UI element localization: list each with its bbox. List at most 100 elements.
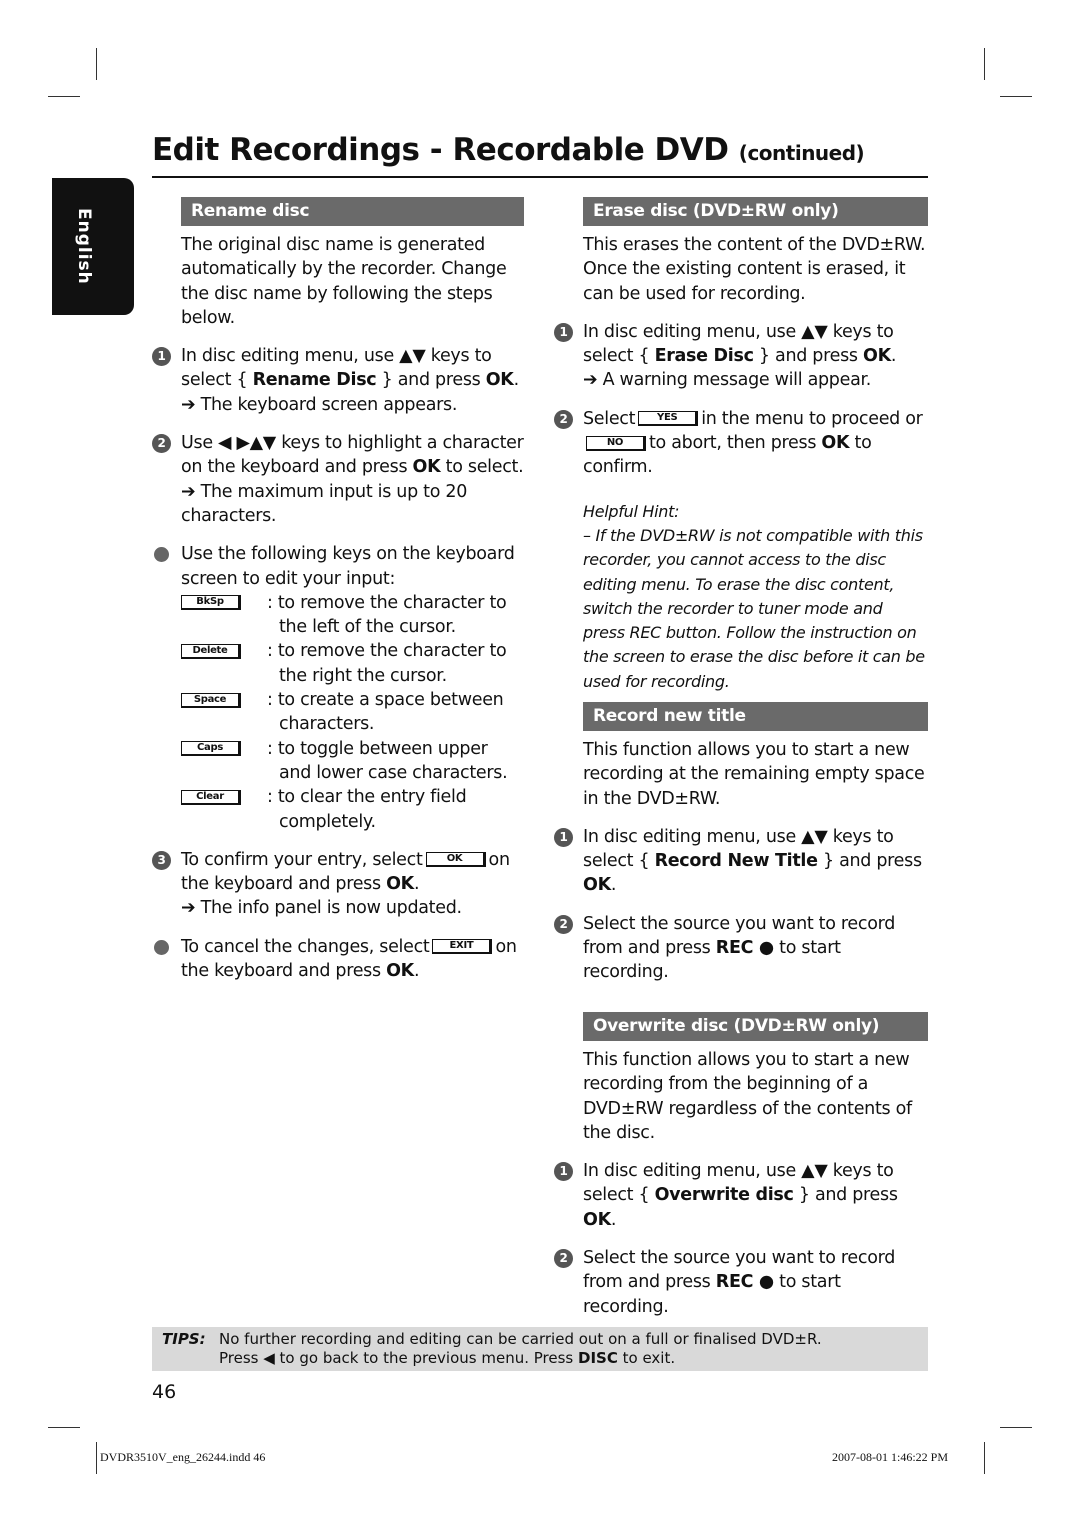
bold-text: OK	[485, 370, 514, 391]
key-description-row: Clear : to clear the entry field complete…	[181, 785, 524, 834]
bold-text: OK	[583, 1209, 611, 1230]
intro-paragraph: The original disc name is generated auto…	[181, 233, 524, 330]
key-cell: Caps	[181, 737, 267, 786]
language-tab: English	[52, 178, 134, 315]
footer-date: 2007-08-01 1:46:22 PM	[832, 1450, 949, 1464]
text: to select.	[440, 457, 524, 478]
text: to abort, then press	[649, 433, 822, 454]
text: in the menu to proceed or	[701, 408, 923, 429]
section-header-rename-disc: Rename disc	[181, 197, 524, 226]
tips-text-part: to exit.	[617, 1349, 676, 1367]
text: } and press	[753, 346, 863, 367]
tips-line-1: No further recording and editing can be …	[219, 1330, 822, 1348]
crop-mark	[96, 48, 97, 80]
text: .	[413, 874, 420, 895]
crop-mark	[1000, 96, 1032, 97]
onscreen-key-ok: OK	[425, 852, 486, 868]
text: .	[890, 346, 897, 367]
step-number-icon: 3	[152, 850, 171, 870]
crop-mark	[1000, 1427, 1032, 1428]
key-description-row: BkSp: to remove the character to the lef…	[181, 591, 524, 640]
section-header: Record new title	[583, 702, 928, 731]
key-description-row: Delete : to remove the character to the r…	[181, 639, 524, 688]
crop-mark	[984, 48, 985, 80]
footer-file: DVDR3510V_eng_26244.indd 46	[100, 1450, 266, 1464]
key-cell: BkSp	[181, 591, 267, 640]
step-2: 2 Select the source you want to record fr…	[554, 1246, 928, 1319]
bold-text: OK	[386, 961, 414, 982]
bullet-icon	[154, 939, 169, 955]
text: ➔ The maximum input is up to 20 characte…	[181, 481, 468, 526]
onscreen-key-exit: EXIT	[432, 939, 493, 955]
onscreen-key-delete: Delete	[181, 643, 241, 659]
key-cell: Space	[181, 688, 267, 737]
bold-text: OK	[821, 433, 850, 454]
onscreen-key-clear: Clear	[181, 789, 241, 805]
step-2: 2 Select YES in the menu to proceed or NO to …	[554, 407, 928, 480]
text: .	[413, 961, 420, 982]
section-overwrite-disc: Overwrite disc (DVD±RW only) This functio…	[554, 1012, 928, 1333]
bullet-item: To cancel the changes, select EXIT on the …	[154, 935, 524, 984]
helpful-hint: Helpful Hint: – If the DVD±RW is not comp…	[583, 500, 928, 694]
crop-mark	[96, 1442, 97, 1474]
tips-label: TIPS:	[162, 1330, 206, 1348]
bold-text: Rename Disc	[252, 370, 377, 391]
bold-text: Erase Disc	[654, 346, 754, 367]
key-cell: Delete	[181, 639, 267, 688]
tips-text-part: Press ◀ to go back to the previous menu.…	[219, 1349, 579, 1367]
step-1: 1 In disc editing menu, use ▲▼ keys to se…	[554, 1159, 928, 1232]
text: To confirm your entry, select	[181, 849, 423, 870]
step-1: 1 In disc editing menu, use ▲▼ keys to se…	[152, 344, 524, 417]
key-description: : to toggle between upper and lower case…	[267, 738, 508, 783]
step-number-icon: 1	[554, 827, 573, 847]
step-number-icon: 1	[152, 347, 171, 367]
onscreen-key-no: NO	[586, 435, 646, 451]
manual-page: Edit Recordings - Recordable DVD (contin…	[0, 0, 1080, 1524]
key-description: : to create a space between characters.	[267, 690, 504, 735]
tips-box: TIPS: No further recording and editing c…	[152, 1327, 928, 1371]
text: This erases the content of the DVD±RW. O…	[583, 235, 926, 304]
page-number: 46	[152, 1381, 177, 1403]
step-number-icon: 2	[554, 914, 573, 934]
step-number-icon: 2	[554, 1249, 573, 1269]
onscreen-key-space: Space	[181, 692, 241, 708]
intro-paragraph: This function allows you to start a new …	[583, 738, 928, 811]
section-header: Erase disc (DVD±RW only)	[583, 197, 928, 226]
bold-text: Record New Title	[654, 851, 818, 872]
text: } and press	[376, 370, 486, 391]
key-description: : to clear the entry field completely.	[267, 787, 467, 832]
crop-mark	[48, 96, 80, 97]
text: .	[610, 1209, 617, 1230]
bold-text: REC ●	[715, 938, 774, 959]
key-description: : to remove the character to the right t…	[267, 641, 507, 686]
key-description-row: Caps : to toggle between upper and lower …	[181, 737, 524, 786]
bullet-item: Use the following keys on the keyboard s…	[154, 542, 524, 834]
text: .	[610, 875, 617, 896]
text: To cancel the changes, select	[181, 936, 430, 957]
text: } and press	[817, 851, 922, 872]
text: ➔ A warning message will appear.	[583, 370, 872, 391]
text: This function allows you to start a new …	[583, 1050, 912, 1143]
text: ➔ The keyboard screen appears.	[181, 394, 458, 415]
page-title: Edit Recordings - Recordable DVD (contin…	[152, 132, 865, 168]
intro-paragraph: This function allows you to start a new …	[583, 1048, 928, 1145]
step-number-icon: 2	[554, 409, 573, 429]
step-number-icon: 1	[554, 1162, 573, 1182]
key-description: : to remove the character to the left of…	[267, 592, 507, 638]
step-2: 2 Use ◀ ▶▲▼ keys to highlight a character…	[152, 431, 524, 528]
title-suffix: (continued)	[738, 141, 865, 165]
text: – If the DVD±RW is not compatible with t…	[583, 525, 925, 691]
onscreen-key-caps: Caps	[181, 741, 241, 757]
intro-paragraph: This erases the content of the DVD±RW. O…	[583, 233, 928, 306]
step-1: 1 In disc editing menu, use ▲▼ keys to se…	[554, 320, 928, 393]
language-label: English	[74, 208, 94, 285]
tips-text: No further recording and editing can be …	[219, 1330, 822, 1368]
section-erase-disc: Erase disc (DVD±RW only) This erases the …	[554, 197, 928, 708]
step-number-icon: 1	[554, 322, 573, 342]
tips-line-2: Press ◀ to go back to the previous menu.…	[219, 1349, 822, 1368]
text: .	[513, 370, 520, 391]
bold-text: OK	[863, 346, 891, 367]
step-3: 3 To confirm your entry, select OK on the k…	[152, 848, 524, 921]
bold-text: OK	[412, 457, 441, 478]
section-record-new-title: Record new title This function allows you…	[554, 702, 928, 999]
